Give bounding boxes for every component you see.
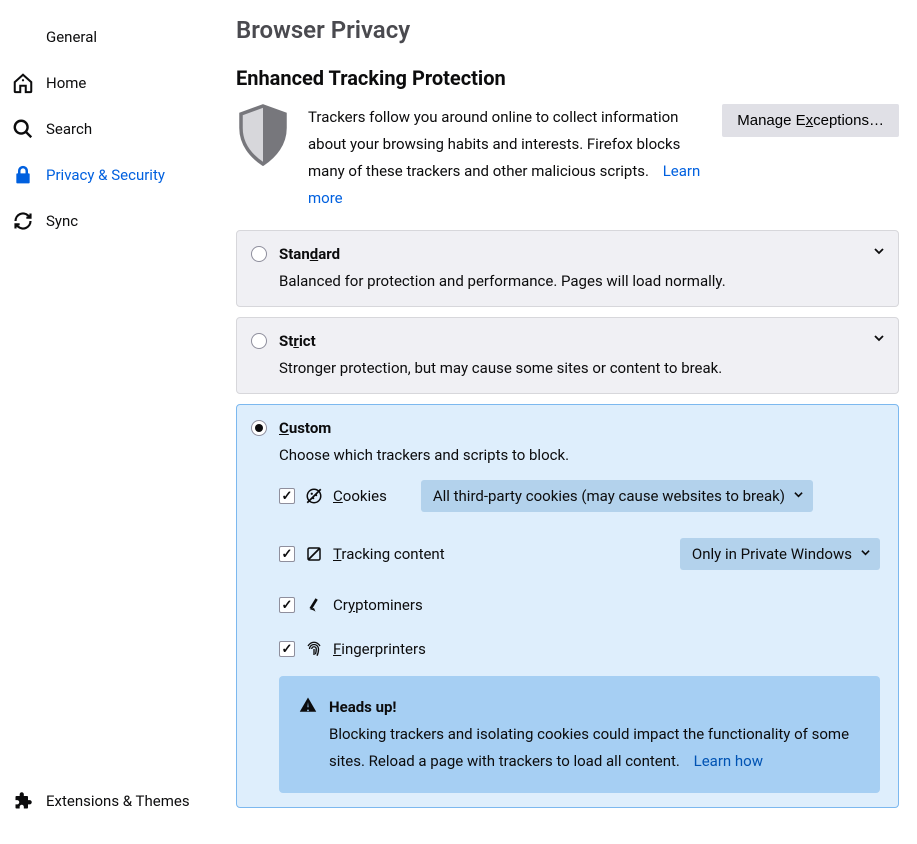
option-standard[interactable]: Standard Balanced for protection and per… [236, 230, 899, 307]
chevron-down-icon[interactable] [874, 332, 884, 346]
option-desc-standard: Balanced for protection and performance.… [279, 271, 880, 292]
radio-custom[interactable] [251, 420, 267, 436]
sync-icon [12, 210, 34, 232]
option-strict[interactable]: Strict Stronger protection, but may caus… [236, 317, 899, 394]
cryptominers-label: Cryptominers [333, 596, 423, 614]
radio-standard[interactable] [251, 246, 267, 262]
check-row-tracking: Tracking content Only in Private Windows [279, 538, 880, 570]
sidebar-item-sync[interactable]: Sync [0, 198, 224, 244]
sidebar-item-label: Privacy & Security [46, 166, 165, 184]
sidebar-item-label: Sync [46, 212, 78, 230]
cookie-icon [305, 487, 323, 505]
warning-box: Heads up! Blocking trackers and isolatin… [279, 676, 880, 793]
checkbox-cookies[interactable] [279, 488, 295, 504]
shield-icon [236, 104, 290, 166]
sidebar-item-label: Extensions & Themes [46, 792, 190, 810]
fingerprint-icon [305, 640, 323, 658]
sidebar-item-privacy[interactable]: Privacy & Security [0, 152, 224, 198]
tracking-label: Tracking content [333, 545, 445, 563]
option-title-custom: Custom [279, 419, 331, 437]
home-icon [12, 72, 34, 94]
sidebar-item-search[interactable]: Search [0, 106, 224, 152]
checkbox-tracking[interactable] [279, 546, 295, 562]
manage-exceptions-button[interactable]: Manage Exceptions… [722, 104, 899, 137]
option-title-strict: Strict [279, 332, 316, 350]
check-row-fingerprinters: Fingerprinters [279, 640, 880, 658]
warning-title: Heads up! [329, 694, 860, 721]
sidebar-item-general[interactable]: General [0, 14, 224, 60]
checkbox-cryptominers[interactable] [279, 597, 295, 613]
etp-intro-text: Trackers follow you around online to col… [308, 108, 680, 180]
sidebar: General Home Search Privacy & Security S… [0, 0, 224, 844]
etp-intro: Trackers follow you around online to col… [236, 104, 899, 212]
sidebar-item-home[interactable]: Home [0, 60, 224, 106]
lock-icon [12, 164, 34, 186]
check-row-cookies: Cookies All third-party cookies (may cau… [279, 480, 880, 512]
gear-icon [12, 26, 34, 48]
cookies-label: Cookies [333, 487, 387, 505]
tracking-icon [305, 545, 323, 563]
page-title: Browser Privacy [236, 16, 899, 44]
chevron-down-icon[interactable] [874, 245, 884, 259]
sidebar-item-extensions[interactable]: Extensions & Themes [0, 778, 224, 824]
search-icon [12, 118, 34, 140]
tracking-select[interactable]: Only in Private Windows [680, 538, 880, 570]
warning-icon [299, 696, 317, 775]
learn-how-link[interactable]: Learn how [694, 752, 763, 770]
option-desc-strict: Stronger protection, but may cause some … [279, 358, 880, 379]
fingerprinters-label: Fingerprinters [333, 640, 426, 658]
sidebar-item-label: General [46, 28, 97, 46]
option-desc-custom: Choose which trackers and scripts to blo… [279, 445, 880, 466]
sidebar-item-label: Home [46, 74, 86, 92]
sidebar-item-label: Search [46, 120, 92, 138]
cookies-select[interactable]: All third-party cookies (may cause websi… [421, 480, 813, 512]
checkbox-fingerprinters[interactable] [279, 641, 295, 657]
etp-description: Trackers follow you around online to col… [308, 104, 704, 212]
puzzle-icon [12, 790, 34, 812]
check-row-cryptominers: Cryptominers [279, 596, 880, 614]
option-title-standard: Standard [279, 245, 340, 263]
warning-text: Blocking trackers and isolating cookies … [329, 725, 849, 770]
cryptominer-icon [305, 596, 323, 614]
option-custom[interactable]: Custom Choose which trackers and scripts… [236, 404, 899, 808]
section-title: Enhanced Tracking Protection [236, 66, 899, 90]
main-content: Browser Privacy Enhanced Tracking Protec… [224, 0, 917, 844]
radio-strict[interactable] [251, 333, 267, 349]
